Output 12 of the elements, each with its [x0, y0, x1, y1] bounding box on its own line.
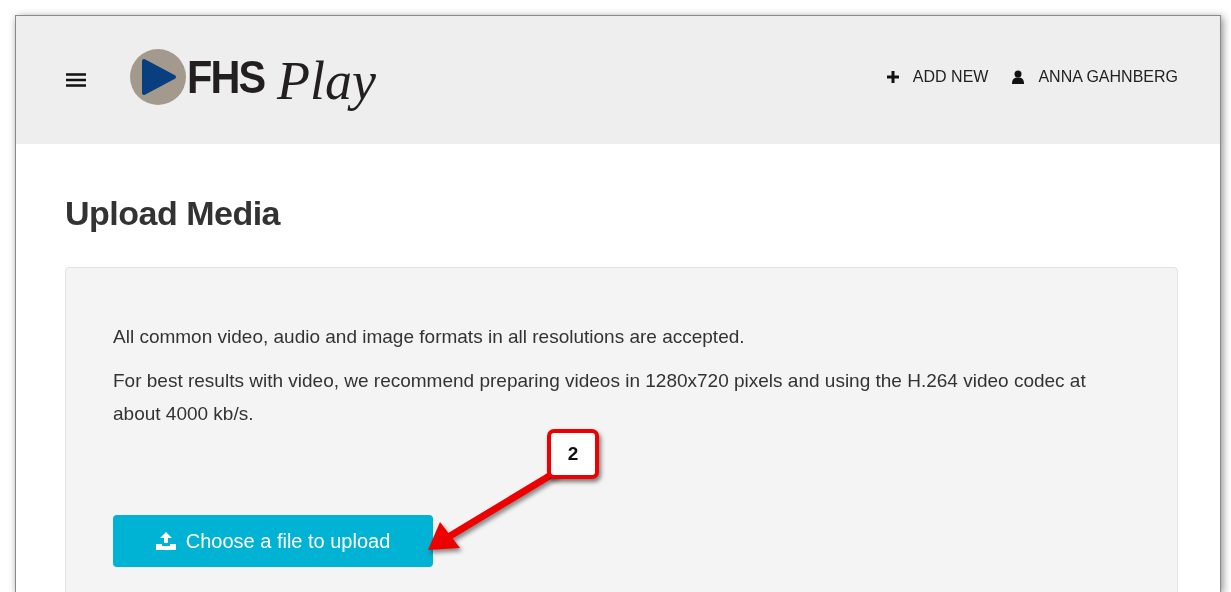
info-text: All common video, audio and image formats in all resolutions are accepted. — [113, 325, 746, 349]
upload-icon — [155, 532, 176, 550]
add-new-link[interactable]: ADD NEW — [886, 68, 989, 86]
annotation-callout: 2 — [547, 429, 599, 479]
user-menu-link[interactable]: ANNA GAHNBERG — [1012, 68, 1178, 86]
info-text: For best results with video, we recommend preparing videos in 1280x720 pixels and using the H.264 video codec at about 4000 kb/s. — [113, 369, 1087, 426]
menu-icon — [66, 73, 86, 87]
user-icon — [1012, 70, 1025, 84]
play-circle-icon — [130, 49, 186, 105]
menu-button[interactable] — [66, 73, 86, 87]
plus-icon — [886, 71, 899, 83]
page-title: Upload Media — [65, 194, 282, 233]
